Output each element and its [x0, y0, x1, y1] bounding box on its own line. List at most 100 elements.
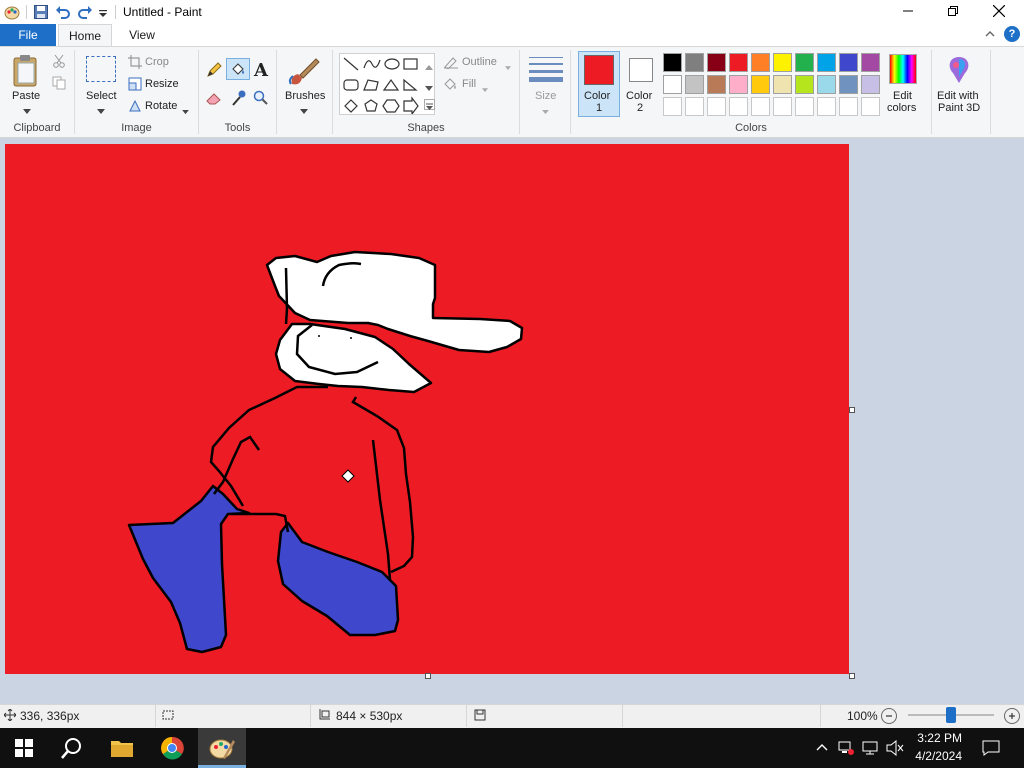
collapse-ribbon-icon[interactable] [984, 28, 996, 43]
paste-icon[interactable] [12, 54, 42, 91]
palette-color-swatch[interactable] [839, 53, 858, 72]
select-dropdown-icon[interactable] [97, 104, 105, 118]
crop-icon[interactable] [128, 55, 142, 72]
edit-colors-icon[interactable] [889, 54, 917, 84]
paint3d-label-line2[interactable]: Paint 3D [938, 102, 980, 114]
network-icon[interactable] [838, 740, 854, 759]
minimize-button[interactable] [885, 0, 931, 22]
rotate-dropdown-icon[interactable] [182, 104, 189, 118]
edit-colors-label[interactable]: Edit [893, 90, 912, 102]
brushes-label[interactable]: Brushes [285, 90, 325, 102]
fill-bucket-icon[interactable] [226, 58, 250, 80]
tab-home[interactable]: Home [58, 24, 112, 46]
chevron-up-icon[interactable] [816, 741, 828, 755]
palette-custom-slot[interactable] [707, 97, 726, 116]
clock-time[interactable]: 3:22 PM [917, 731, 962, 745]
palette-color-swatch[interactable] [861, 53, 880, 72]
size-icon[interactable] [529, 56, 563, 85]
palette-color-swatch[interactable] [685, 75, 704, 94]
color1-swatch[interactable] [584, 55, 614, 85]
crop-label[interactable]: Crop [145, 56, 169, 68]
palette-color-swatch[interactable] [685, 53, 704, 72]
palette-color-swatch[interactable] [817, 75, 836, 94]
palette-custom-slot[interactable] [817, 97, 836, 116]
color2-label[interactable]: Color [626, 90, 652, 102]
fill-label[interactable]: Fill [462, 78, 476, 90]
canvas-resize-handle-corner[interactable] [849, 673, 855, 679]
size-label[interactable]: Size [535, 90, 556, 102]
color1-label-number[interactable]: 1 [596, 102, 602, 114]
palette-color-swatch[interactable] [795, 75, 814, 94]
select-label[interactable]: Select [86, 90, 117, 102]
maximize-button[interactable] [930, 0, 976, 22]
shapes-scroll-up-icon[interactable] [425, 60, 433, 74]
paint3d-label[interactable]: Edit with [937, 90, 979, 102]
tab-file[interactable]: File [0, 24, 56, 46]
palette-color-swatch[interactable] [707, 75, 726, 94]
canvas-resize-handle-right[interactable] [849, 407, 855, 413]
tab-view[interactable]: View [118, 24, 166, 46]
pencil-icon[interactable] [205, 61, 223, 82]
palette-color-swatch[interactable] [707, 53, 726, 72]
eraser-icon[interactable] [205, 90, 223, 109]
palette-custom-slot[interactable] [839, 97, 858, 116]
palette-color-swatch[interactable] [729, 53, 748, 72]
copy-icon[interactable] [52, 76, 66, 93]
rotate-icon[interactable] [128, 99, 142, 116]
search-icon[interactable] [48, 728, 96, 768]
save-icon[interactable] [33, 4, 49, 20]
color2-swatch[interactable] [629, 58, 653, 82]
palette-custom-slot[interactable] [861, 97, 880, 116]
zoom-out-button[interactable] [881, 708, 897, 724]
size-dropdown-icon[interactable] [542, 104, 549, 118]
clock-date[interactable]: 4/2/2024 [915, 749, 962, 763]
select-icon[interactable] [86, 56, 116, 82]
resize-icon[interactable] [128, 77, 142, 94]
color-palette[interactable] [663, 53, 883, 117]
undo-icon[interactable] [55, 4, 71, 20]
palette-color-swatch[interactable] [795, 53, 814, 72]
cut-icon[interactable] [52, 54, 66, 71]
magnifier-icon[interactable] [253, 90, 269, 109]
text-tool-icon[interactable]: A [254, 60, 268, 81]
outline-label[interactable]: Outline [462, 56, 497, 68]
monitor-icon[interactable] [862, 740, 878, 759]
color2-label-number[interactable]: 2 [637, 102, 643, 114]
palette-color-swatch[interactable] [751, 53, 770, 72]
rotate-label[interactable]: Rotate [145, 100, 177, 112]
edit-colors-label-line2[interactable]: colors [887, 102, 916, 114]
palette-custom-slot[interactable] [751, 97, 770, 116]
help-icon[interactable]: ? [1004, 26, 1020, 42]
palette-color-swatch[interactable] [817, 53, 836, 72]
paint-taskbar-icon[interactable] [198, 728, 246, 768]
color1-label[interactable]: Color [584, 90, 610, 102]
chrome-icon[interactable] [148, 728, 196, 768]
paste-label[interactable]: Paste [12, 90, 40, 102]
palette-custom-slot[interactable] [795, 97, 814, 116]
color-picker-icon[interactable] [230, 89, 246, 110]
customize-qat-icon[interactable] [97, 4, 113, 20]
file-explorer-icon[interactable] [98, 728, 146, 768]
canvas-resize-handle-bottom[interactable] [425, 673, 431, 679]
paint3d-icon[interactable] [945, 55, 973, 88]
fill-dropdown-icon[interactable] [482, 82, 488, 96]
paint-app-icon[interactable] [4, 4, 20, 20]
outline-dropdown-icon[interactable] [505, 60, 511, 74]
zoom-in-button[interactable] [1004, 708, 1020, 724]
palette-color-swatch[interactable] [773, 53, 792, 72]
close-button[interactable] [976, 0, 1022, 22]
zoom-slider-thumb[interactable] [946, 707, 956, 723]
notifications-icon[interactable] [982, 740, 1000, 759]
shapes-gallery[interactable] [339, 53, 435, 116]
paste-dropdown-icon[interactable] [23, 104, 31, 118]
drawing-canvas[interactable] [5, 144, 849, 674]
palette-color-swatch[interactable] [839, 75, 858, 94]
palette-color-swatch[interactable] [751, 75, 770, 94]
volume-muted-icon[interactable] [886, 739, 904, 759]
outline-icon[interactable] [443, 55, 459, 72]
palette-color-swatch[interactable] [861, 75, 880, 94]
palette-custom-slot[interactable] [773, 97, 792, 116]
palette-color-swatch[interactable] [729, 75, 748, 94]
shapes-more-icon[interactable] [424, 99, 435, 110]
palette-custom-slot[interactable] [685, 97, 704, 116]
